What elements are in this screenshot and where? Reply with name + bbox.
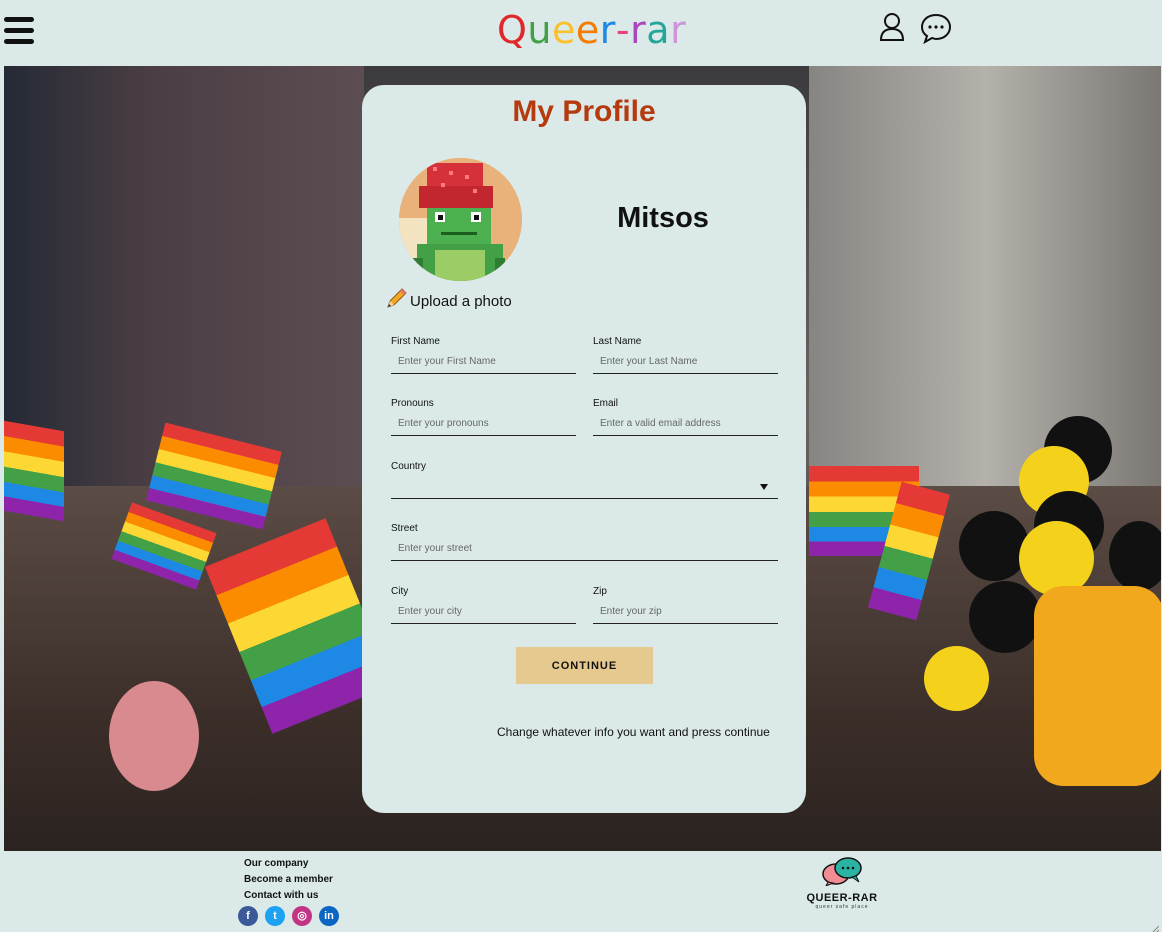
last-name-field: Last Name <box>593 336 778 374</box>
twitter-icon[interactable]: t <box>265 906 285 926</box>
street-label: Street <box>391 523 418 534</box>
logo-letter: u <box>527 8 553 52</box>
city-input[interactable] <box>391 600 576 624</box>
last-name-label: Last Name <box>593 336 642 347</box>
first-name-label: First Name <box>391 336 440 347</box>
pronouns-field: Pronouns <box>391 398 576 436</box>
page-title: My Profile <box>512 95 656 128</box>
footer-link-contact[interactable]: Contact with us <box>244 888 333 904</box>
resize-handle-icon[interactable] <box>1149 919 1160 932</box>
logo-letter: e <box>575 8 600 52</box>
continue-button[interactable]: CONTINUE <box>516 647 653 684</box>
logo-letter: a <box>646 8 671 52</box>
city-label: City <box>391 586 409 597</box>
brand-tagline: queer safe place <box>815 904 869 910</box>
pronouns-input[interactable] <box>391 412 576 436</box>
country-label: Country <box>391 461 427 472</box>
country-select[interactable] <box>391 475 778 499</box>
pronouns-label: Pronouns <box>391 398 434 409</box>
menu-icon[interactable] <box>4 17 34 45</box>
footer-links: Our company Become a member Contact with… <box>244 856 333 904</box>
logo-letter: r <box>670 8 687 52</box>
email-input[interactable] <box>593 412 778 436</box>
logo-letter: r <box>599 8 616 52</box>
facebook-icon[interactable]: f <box>238 906 258 926</box>
linkedin-icon[interactable]: in <box>319 906 339 926</box>
email-label: Email <box>593 398 619 409</box>
last-name-input[interactable] <box>593 350 778 374</box>
avatar[interactable] <box>399 158 522 281</box>
street-input[interactable] <box>391 537 778 561</box>
first-name-input[interactable] <box>391 350 576 374</box>
street-field: Street <box>391 523 778 561</box>
first-name-field: First Name <box>391 336 576 374</box>
country-field: Country <box>391 461 778 499</box>
logo-letter: e <box>552 8 576 52</box>
profile-card: My Profile Mitsos Upload a photo First N… <box>362 85 806 813</box>
social-links: f t ◎ in <box>238 906 339 926</box>
pencil-icon <box>384 287 408 315</box>
user-icon[interactable] <box>878 12 906 46</box>
form-hint-text: Change whatever info you want and press … <box>497 725 770 739</box>
upload-photo-label: Upload a photo <box>410 292 512 310</box>
top-header: Queer-rar <box>0 0 1162 66</box>
brand-name: QUEER-RAR <box>806 892 878 904</box>
city-field: City <box>391 586 576 624</box>
chat-icon[interactable] <box>919 12 953 48</box>
zip-input[interactable] <box>593 600 778 624</box>
app-window: Queer-rar My Profile Mitsos Upload a pho… <box>0 0 1162 932</box>
profile-username: Mitsos <box>617 202 709 234</box>
zip-label: Zip <box>593 586 607 597</box>
logo-letter: r <box>630 8 647 52</box>
site-logo[interactable]: Queer-rar <box>497 8 686 52</box>
site-footer: Our company Become a member Contact with… <box>0 851 1162 932</box>
logo-letter: Q <box>497 8 528 52</box>
footer-link-our-company[interactable]: Our company <box>244 856 333 872</box>
caret-down-icon <box>760 484 768 490</box>
email-field: Email <box>593 398 778 436</box>
logo-letter: - <box>615 8 631 52</box>
instagram-icon[interactable]: ◎ <box>292 906 312 926</box>
footer-brand: QUEER-RAR queer safe place <box>800 856 884 910</box>
brand-chat-logo-icon <box>800 856 884 890</box>
zip-field: Zip <box>593 586 778 624</box>
upload-photo-link[interactable]: Upload a photo <box>384 288 512 314</box>
footer-link-become-member[interactable]: Become a member <box>244 872 333 888</box>
